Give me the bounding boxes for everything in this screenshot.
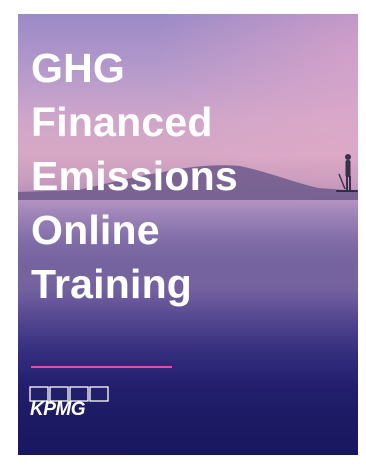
title-line: GHG — [31, 45, 125, 91]
title-line: Training — [31, 261, 193, 307]
kpmg-logo: KPMG — [29, 386, 113, 428]
accent-divider — [31, 366, 172, 368]
title-line: Financed — [31, 99, 213, 145]
logo-wordmark: KPMG — [30, 399, 86, 420]
title-line: Online — [31, 207, 160, 253]
title-line: Emissions — [31, 153, 238, 199]
page: GHG Financed Emissions Online Training K… — [0, 0, 366, 471]
cover-title: GHG Financed Emissions Online Training — [31, 41, 238, 311]
paddleboarder-figure — [336, 154, 358, 192]
